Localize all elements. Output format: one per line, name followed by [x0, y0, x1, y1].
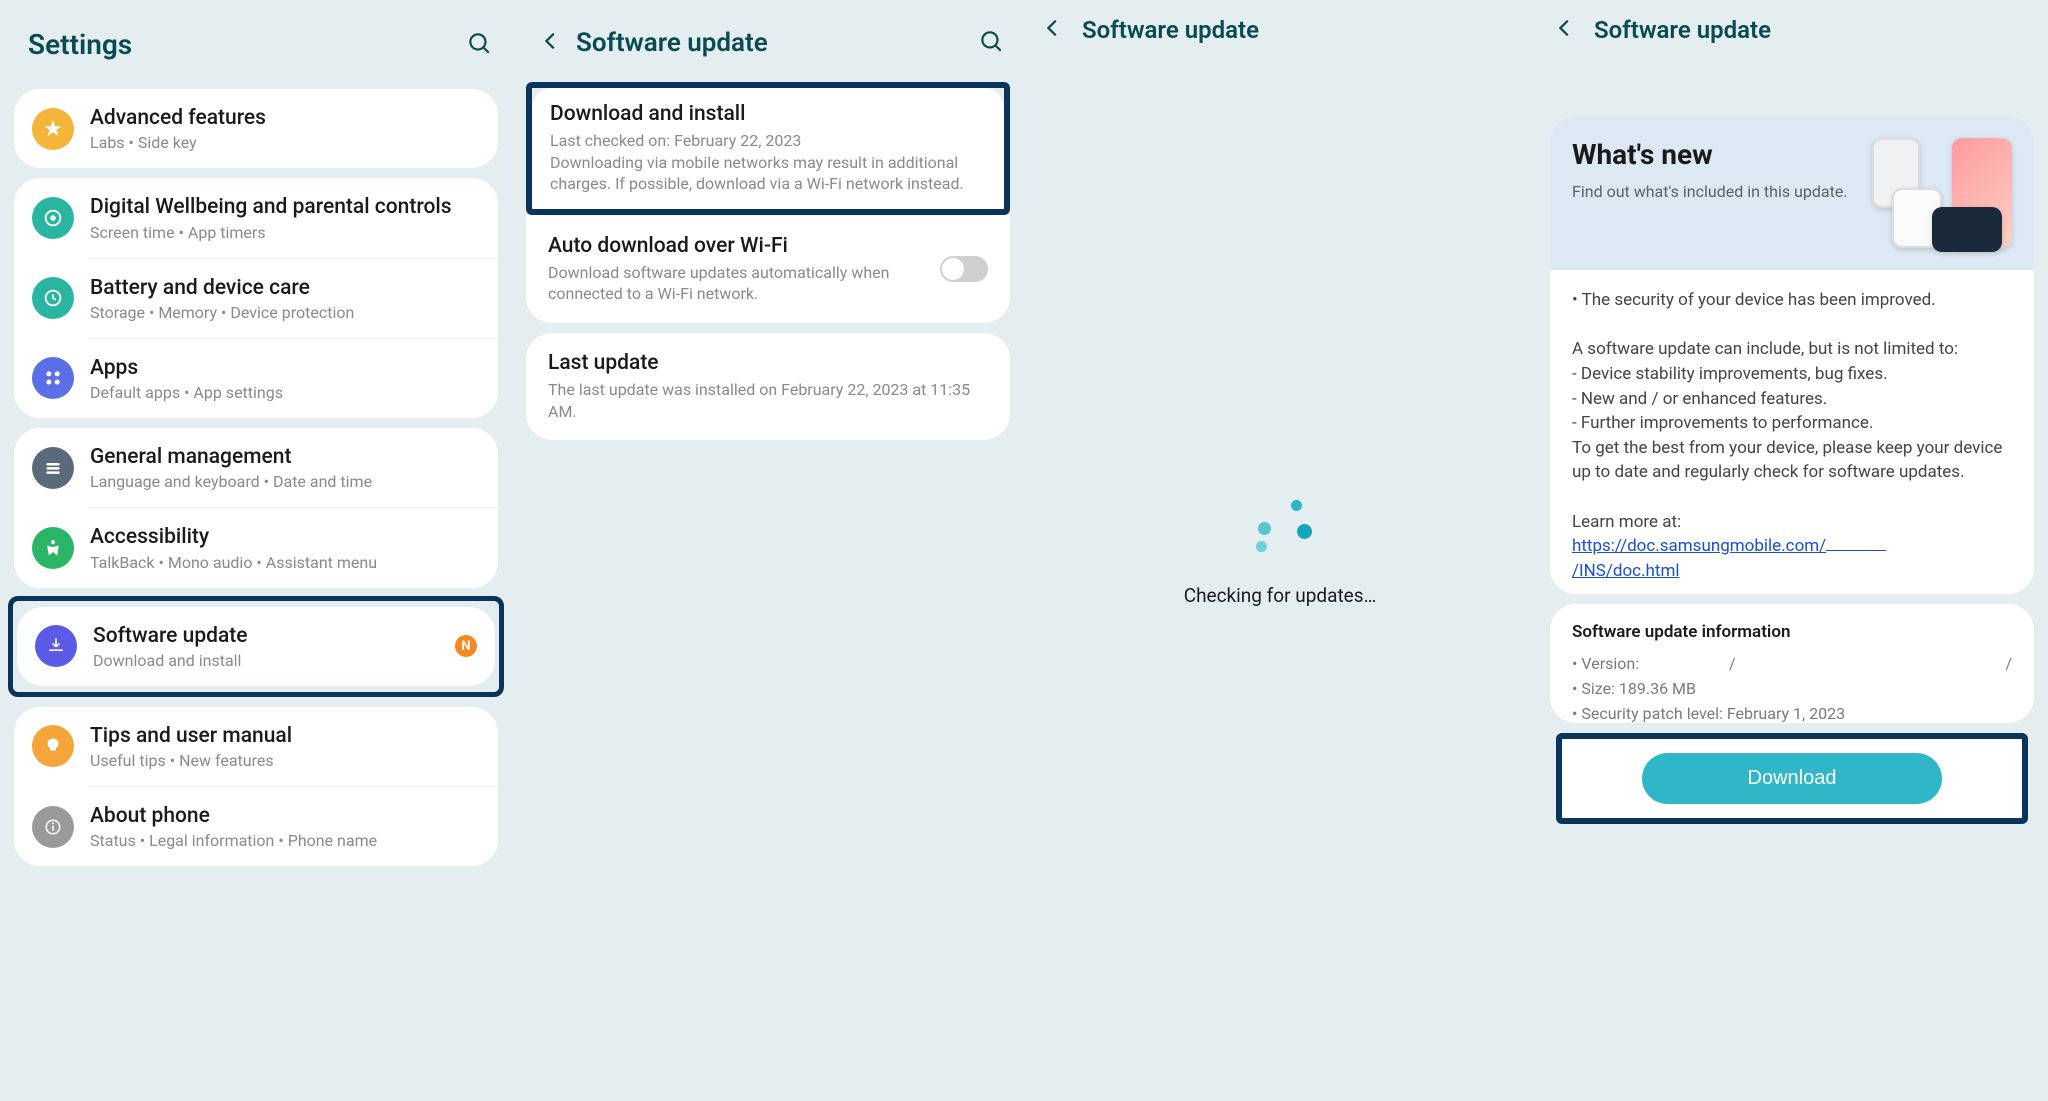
page-title: Settings: [28, 28, 452, 61]
checking-panel: Software update Checking for updates…: [1024, 0, 1536, 1101]
search-icon[interactable]: [978, 28, 1004, 58]
auto-download-toggle[interactable]: [940, 256, 988, 282]
devices-illustration: [1872, 138, 2012, 248]
care-icon: [32, 277, 74, 319]
item-advanced-features[interactable]: Advanced features Labs • Side key: [14, 89, 498, 168]
settings-group: Advanced features Labs • Side key: [14, 89, 498, 168]
download-button[interactable]: Download: [1642, 753, 1942, 804]
learn-more-link[interactable]: https://doc.samsungmobile.com/: [1572, 536, 1826, 556]
settings-group: General management Language and keyboard…: [14, 428, 498, 588]
item-tips[interactable]: Tips and user manual Useful tips • New f…: [14, 707, 498, 786]
whats-new-title: What's new: [1572, 138, 1872, 171]
software-update-panel: Software update Download and install Las…: [512, 0, 1024, 1101]
item-apps[interactable]: Apps Default apps • App settings: [14, 339, 498, 418]
whats-new-subtitle: Find out what's included in this update.: [1572, 181, 1872, 203]
item-download-install[interactable]: Download and install Last checked on: Fe…: [532, 88, 1004, 209]
learn-more-link-2[interactable]: /INS/doc.html: [1572, 561, 1680, 581]
whats-new-card: What's new Find out what's included in t…: [1550, 116, 2034, 594]
info-size: • Size: 189.36 MB: [1572, 679, 2012, 698]
back-icon[interactable]: [540, 30, 562, 56]
item-about-phone[interactable]: About phone Status • Legal information •…: [14, 787, 498, 866]
settings-panel: Settings Advanced features Labs • Side k…: [0, 0, 512, 1101]
last-update-card: Last update The last update was installe…: [526, 333, 1010, 440]
wellbeing-icon: [32, 197, 74, 239]
back-icon[interactable]: [1554, 17, 1576, 43]
checking-text: Checking for updates…: [1184, 584, 1377, 607]
item-accessibility[interactable]: Accessibility TalkBack • Mono audio • As…: [14, 508, 498, 587]
item-battery-care[interactable]: Battery and device care Storage • Memory…: [14, 259, 498, 338]
a11y-icon: [32, 527, 74, 569]
apps-icon: [32, 357, 74, 399]
page-title: Software update: [576, 28, 964, 58]
tips-icon: [32, 725, 74, 767]
star-icon: [32, 108, 74, 150]
info-version: • Version: / /: [1572, 654, 2012, 673]
loading-spinner: [1248, 494, 1312, 558]
highlight-software-update: Software update Download and install N: [8, 596, 504, 697]
page-title: Software update: [1594, 16, 1771, 44]
notification-badge: N: [455, 635, 477, 657]
highlight-download-install: Download and install Last checked on: Fe…: [526, 82, 1010, 215]
settings-group: Tips and user manual Useful tips • New f…: [14, 707, 498, 867]
update-description: • The security of your device has been i…: [1550, 270, 2034, 594]
update-info-card: Software update information • Version: /…: [1550, 604, 2034, 723]
item-last-update[interactable]: Last update The last update was installe…: [526, 333, 1010, 440]
about-icon: [32, 806, 74, 848]
item-digital-wellbeing[interactable]: Digital Wellbeing and parental controls …: [14, 178, 498, 257]
info-title: Software update information: [1572, 622, 2012, 642]
item-auto-download[interactable]: Auto download over Wi-Fi Download softwa…: [526, 216, 1010, 323]
item-software-update[interactable]: Software update Download and install N: [17, 607, 495, 686]
general-icon: [32, 447, 74, 489]
highlight-download-button: Download: [1556, 733, 2028, 824]
search-icon[interactable]: [466, 30, 492, 60]
item-general-management[interactable]: General management Language and keyboard…: [14, 428, 498, 507]
settings-group: Digital Wellbeing and parental controls …: [14, 178, 498, 418]
info-patch: • Security patch level: February 1, 2023: [1572, 704, 2012, 723]
whats-new-panel: Software update What's new Find out what…: [1536, 0, 2048, 1101]
update-icon: [35, 625, 77, 667]
